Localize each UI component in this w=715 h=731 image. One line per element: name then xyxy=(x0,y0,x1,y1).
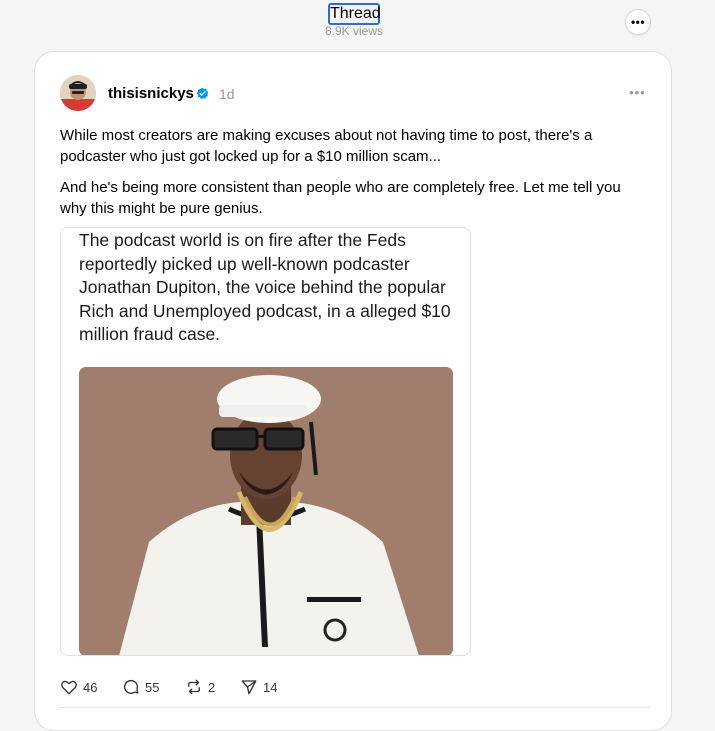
comment-icon xyxy=(123,679,139,694)
share-button[interactable]: 14 xyxy=(240,677,277,697)
like-count: 46 xyxy=(83,679,98,695)
post-card: thisisnickys 1d ••• While most creators … xyxy=(34,51,672,731)
like-button[interactable]: 46 xyxy=(60,677,97,697)
repost-icon xyxy=(188,679,200,695)
post-actions: 46 55 2 14 xyxy=(60,677,360,697)
thread-header: Thread 8.9K views ••• xyxy=(0,0,715,48)
username[interactable]: thisisnickys xyxy=(108,85,194,102)
media-photo xyxy=(79,367,453,655)
avatar[interactable] xyxy=(60,75,96,111)
reply-button[interactable]: 55 xyxy=(122,677,159,697)
repost-button[interactable]: 2 xyxy=(185,677,215,697)
post-media[interactable]: The podcast world is on fire after the F… xyxy=(60,227,471,656)
more-horizontal-icon: ••• xyxy=(630,15,646,29)
avatar-image xyxy=(60,75,96,111)
post-paragraph: While most creators are making excuses a… xyxy=(60,127,593,165)
more-options-button[interactable]: ••• xyxy=(625,9,651,35)
heart-icon xyxy=(61,680,77,695)
portrait-illustration xyxy=(79,367,453,655)
post-menu-button[interactable]: ••• xyxy=(629,85,646,100)
reply-count: 55 xyxy=(145,679,160,695)
share-count: 14 xyxy=(263,679,278,695)
view-count: 8.9K views xyxy=(324,24,384,38)
repost-count: 2 xyxy=(208,679,216,695)
page-title[interactable]: Thread xyxy=(328,3,381,25)
send-icon xyxy=(241,680,257,695)
post-timestamp[interactable]: 1d xyxy=(219,86,235,102)
post-paragraph: And he's being more consistent than peop… xyxy=(60,179,621,217)
media-caption: The podcast world is on fire after the F… xyxy=(79,230,451,344)
divider xyxy=(60,707,650,708)
more-horizontal-icon: ••• xyxy=(629,85,646,100)
verified-badge-icon xyxy=(196,87,209,100)
